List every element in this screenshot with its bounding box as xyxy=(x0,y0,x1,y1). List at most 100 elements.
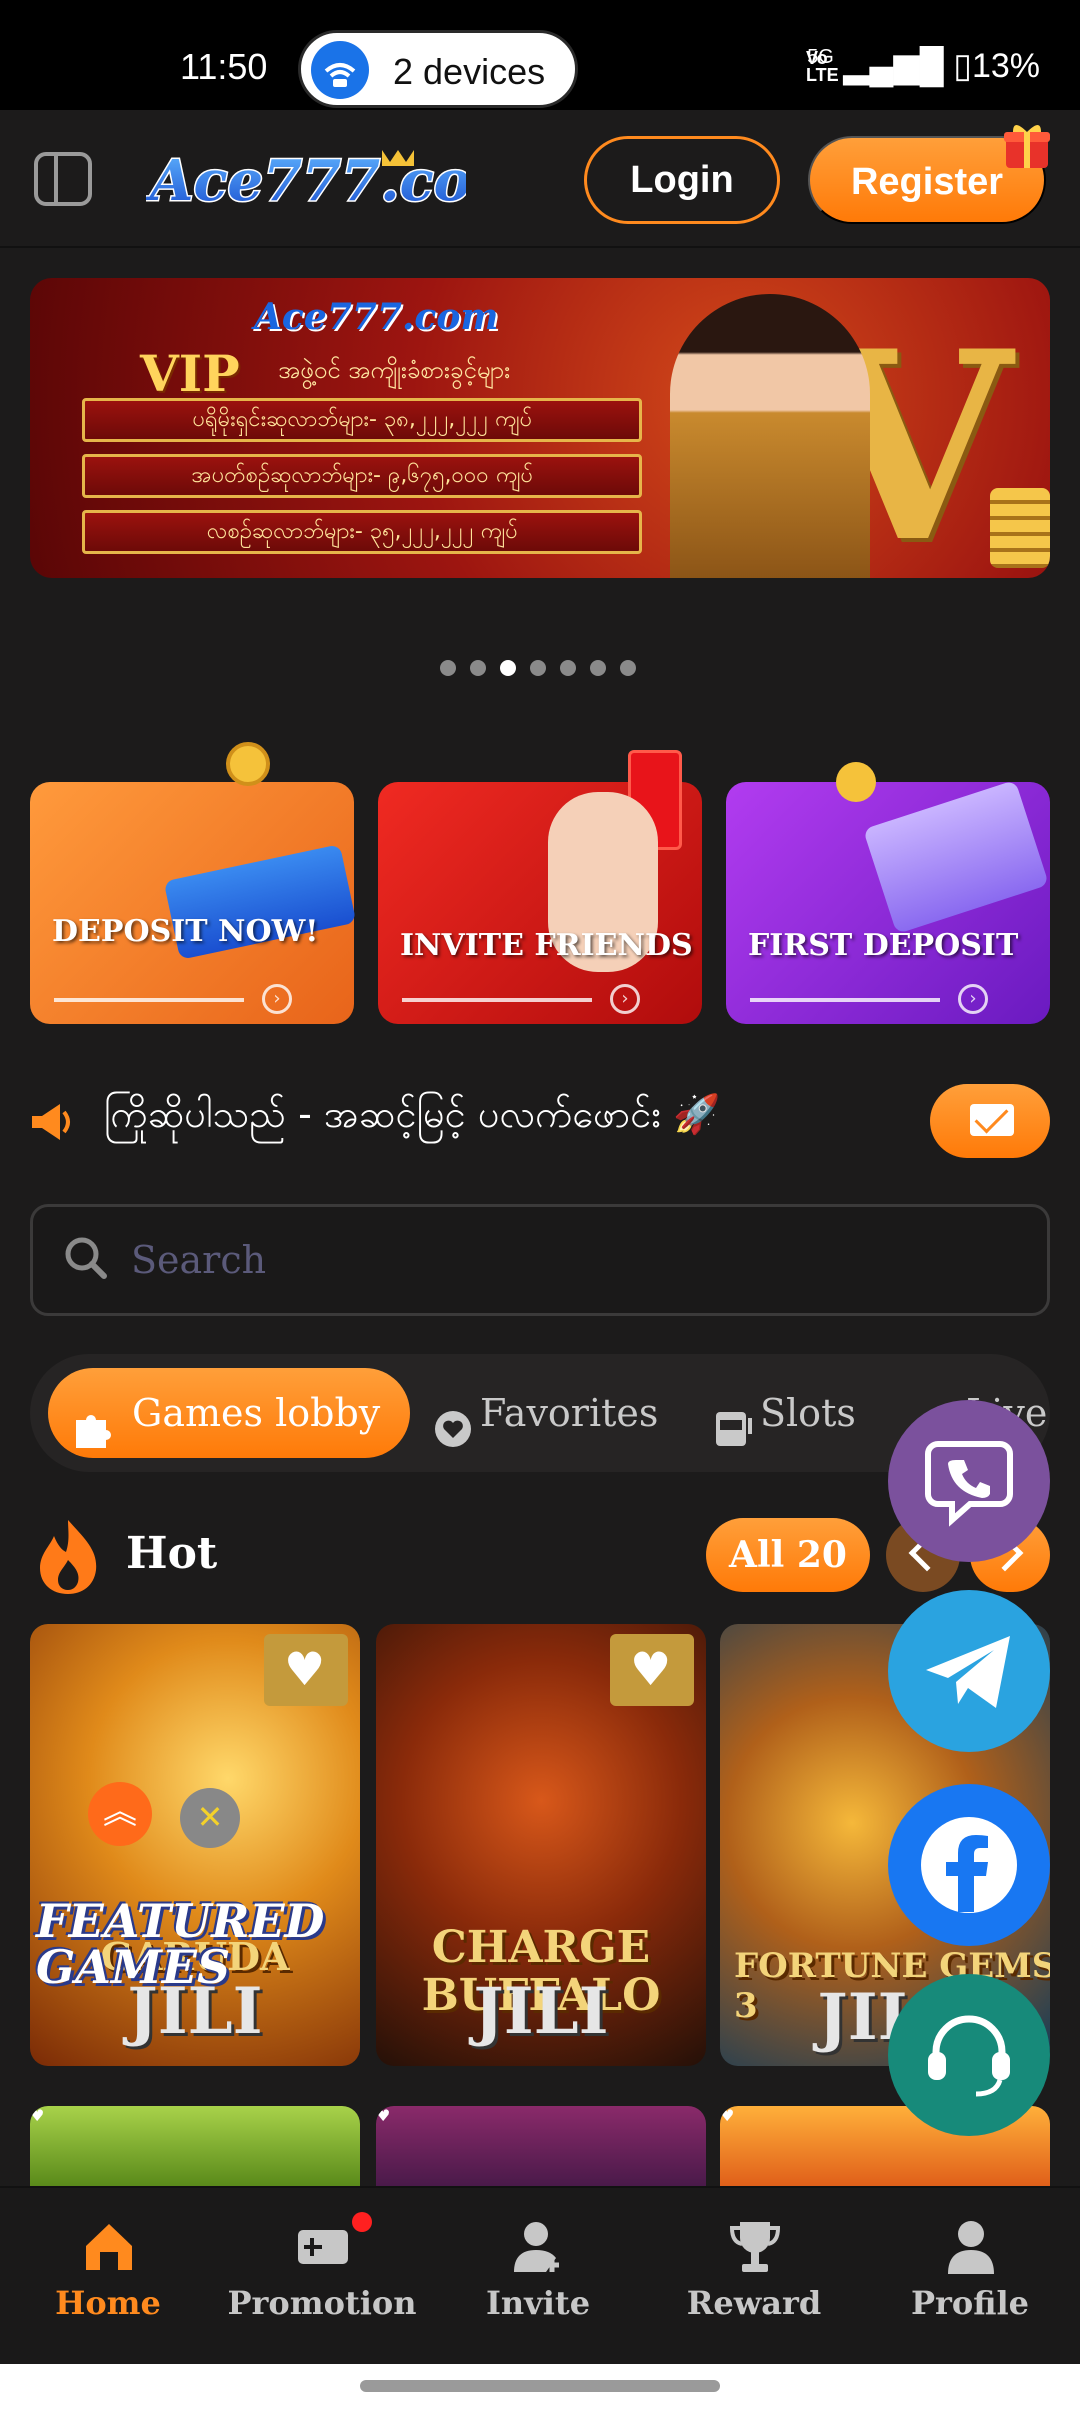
heart-icon: ♥ xyxy=(720,2106,735,2125)
login-button[interactable]: Login xyxy=(584,136,780,224)
bottom-navigation: Home Promotion Invite Reward Profile xyxy=(0,2186,1080,2364)
coins-graphic xyxy=(990,488,1050,568)
ticket-icon xyxy=(294,2218,352,2276)
pagination-dot[interactable] xyxy=(620,660,636,676)
tab-label: Games lobby xyxy=(132,1391,381,1435)
telegram-icon xyxy=(918,1620,1020,1722)
customer-support-button[interactable] xyxy=(888,1974,1050,2136)
nav-invite[interactable]: Invite xyxy=(438,2218,638,2358)
heart-icon: ♥ xyxy=(630,1642,672,1696)
game-tile[interactable]: ♥ xyxy=(376,2106,706,2186)
tab-label: Slots xyxy=(760,1391,856,1435)
favorite-button[interactable]: ♥ xyxy=(376,2106,706,2125)
favorite-button[interactable]: ♥ xyxy=(610,1634,694,1706)
tab-favorites[interactable]: Favorites xyxy=(420,1368,658,1458)
tab-label: Favorites xyxy=(480,1391,659,1435)
inbox-button[interactable] xyxy=(930,1084,1050,1158)
status-bar: 11:50 2 devices Vo LTE 5G ▂▄▆█ ▯13% xyxy=(0,0,1080,110)
promo-card-invite[interactable]: INVITE FRIENDS › xyxy=(378,750,702,1024)
banner-pagination xyxy=(440,660,640,680)
facebook-button[interactable] xyxy=(888,1784,1050,1946)
coin-icon xyxy=(226,742,270,786)
nav-home[interactable]: Home xyxy=(8,2218,208,2358)
notification-dot xyxy=(352,2212,372,2232)
viber-button[interactable] xyxy=(888,1400,1050,1562)
nav-profile[interactable]: Profile xyxy=(870,2218,1070,2358)
game-tile[interactable]: ♥ xyxy=(30,2106,360,2186)
nav-label: Profile xyxy=(910,2284,1030,2322)
app-header: Ace777.com Login Register xyxy=(0,110,1080,248)
promo-title: FIRST DEPOSIT xyxy=(748,928,1019,963)
home-indicator[interactable] xyxy=(360,2380,720,2392)
battery-icon: ▯ xyxy=(953,47,972,85)
nav-promotion[interactable]: Promotion xyxy=(222,2212,422,2358)
nav-reward[interactable]: Reward xyxy=(654,2218,854,2358)
favorite-button[interactable]: ♥ xyxy=(264,1634,348,1706)
telegram-button[interactable] xyxy=(888,1590,1050,1752)
viber-icon xyxy=(918,1430,1020,1532)
banner-row: လစဉ်ဆုလာဘ်များ- ၃၅,၂၂၂,၂၂၂ ကျပ် xyxy=(82,510,642,554)
trophy-icon xyxy=(726,2218,784,2276)
signal-label: 5G xyxy=(807,46,834,68)
devices-pill[interactable]: 2 devices xyxy=(298,30,578,108)
battery-level: 13% xyxy=(971,47,1040,85)
facebook-icon xyxy=(918,1814,1020,1916)
all-label: All xyxy=(729,1534,785,1576)
announcement-text: ကြိုဆိုပါသည် - အဆင့်မြင့် ပလက်ဖောင်း 🚀 xyxy=(104,1092,721,1136)
banner-row: အပတ်စဉ်ဆုလာဘ်များ- ၉,၆၇၅,၀၀၀ ကျပ် xyxy=(82,454,642,498)
announcement-bar: ကြိုဆိုပါသည် - အဆင့်မြင့် ပလက်ဖောင်း 🚀 xyxy=(0,1080,1080,1160)
pagination-dot[interactable] xyxy=(560,660,576,676)
favorite-button[interactable]: ♥ xyxy=(30,2106,360,2125)
arrow-right-icon: › xyxy=(610,984,640,1014)
signal-bars-icon: ▂▄▆█ xyxy=(843,47,944,85)
promo-title: DEPOSIT NOW! xyxy=(52,914,319,949)
tab-games-lobby[interactable]: Games lobby xyxy=(48,1368,411,1458)
svg-text:Ace777.com: Ace777.com xyxy=(146,148,466,214)
view-all-button[interactable]: All 20 xyxy=(706,1518,870,1592)
brand-logo[interactable]: Ace777.com xyxy=(144,140,532,220)
heart-icon: ♥ xyxy=(30,2106,45,2125)
tab-slots[interactable]: Slots xyxy=(700,1368,856,1458)
arrow-right-icon: › xyxy=(958,984,988,1014)
all-count: 20 xyxy=(796,1534,847,1576)
heart-icon: ♥ xyxy=(284,1642,326,1696)
game-tile[interactable]: ♥ CHARGE BUFFALO JILI xyxy=(376,1624,706,2066)
promo-card-deposit[interactable]: DEPOSIT NOW! › xyxy=(30,742,357,1024)
mail-icon xyxy=(970,1104,1014,1136)
user-icon xyxy=(942,2218,1000,2276)
search-bar[interactable] xyxy=(30,1204,1050,1316)
expand-up-icon[interactable]: ︽ xyxy=(88,1782,152,1846)
vip-banner[interactable]: V Ace777.com VIP အဖွဲ့ဝင် အကျိုးခံစားခွင… xyxy=(30,278,1050,578)
speaker-icon xyxy=(28,1100,76,1144)
status-time: 11:50 xyxy=(180,46,268,87)
banner-row: ပရိုမိုးရှင်းဆုလာဘ်များ- ၃၈,၂၂၂,၂၂၂ ကျပ် xyxy=(82,398,642,442)
wifi-icon xyxy=(311,41,369,99)
home-icon xyxy=(80,2218,138,2276)
search-input[interactable] xyxy=(131,1227,1011,1293)
promo-card-first-deposit[interactable]: FIRST DEPOSIT › xyxy=(726,762,1050,1024)
nav-label: Reward xyxy=(686,2284,822,2322)
game-provider: JILI xyxy=(473,1974,609,2049)
pagination-dot[interactable] xyxy=(440,660,456,676)
heart-icon xyxy=(432,1392,474,1447)
nav-label: Promotion xyxy=(227,2284,417,2322)
pagination-dot[interactable] xyxy=(590,660,606,676)
banner-model-image xyxy=(670,294,870,578)
coin-icon xyxy=(836,762,876,802)
arrow-right-icon: › xyxy=(262,984,292,1014)
banner-vip: VIP xyxy=(140,344,240,403)
pagination-dot[interactable] xyxy=(470,660,486,676)
promo-title: INVITE FRIENDS xyxy=(400,928,693,963)
gift-icon xyxy=(1000,118,1054,172)
featured-games-badge[interactable]: FEATURED GAMES xyxy=(36,1898,324,2008)
pagination-dot[interactable] xyxy=(530,660,546,676)
pagination-dot-active[interactable] xyxy=(500,660,516,676)
section-title-hot: Hot xyxy=(126,1528,218,1579)
devices-label: 2 devices xyxy=(393,51,546,92)
fire-icon xyxy=(32,1516,104,1598)
add-user-icon xyxy=(510,2218,568,2276)
close-icon[interactable]: ✕ xyxy=(180,1788,240,1848)
slot-machine-icon xyxy=(712,1392,754,1446)
sidebar-toggle-icon[interactable] xyxy=(34,152,92,206)
heart-icon: ♥ xyxy=(376,2106,391,2125)
